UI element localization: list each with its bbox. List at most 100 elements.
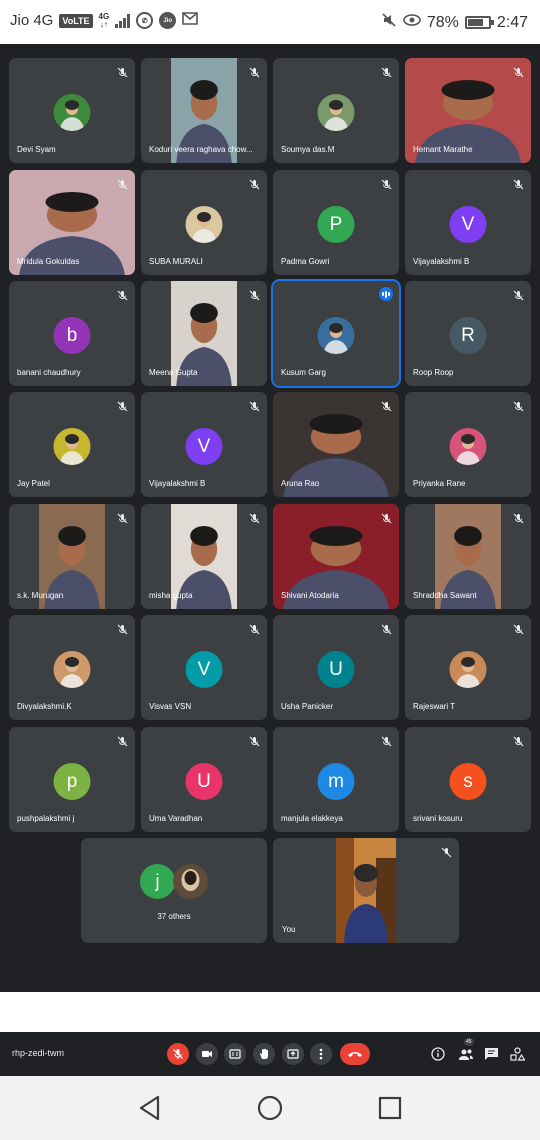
chat-button[interactable]: [483, 1045, 500, 1062]
participant-name: Hemant Marathe: [413, 145, 473, 154]
mic-off-icon: [249, 288, 260, 301]
participant-name: Vijayalakshmi B: [149, 479, 206, 488]
back-button[interactable]: [136, 1094, 164, 1122]
eye-comfort-icon: [403, 13, 421, 32]
participant-avatar: U: [317, 651, 355, 688]
participant-tile[interactable]: V Vijayalakshmi B: [141, 392, 267, 497]
participant-tile[interactable]: s srivani kosuru: [405, 727, 531, 832]
home-button[interactable]: [256, 1094, 284, 1122]
participant-tile[interactable]: Devi Syam: [9, 58, 135, 163]
participant-tile[interactable]: Mridula Gokuldas: [9, 170, 135, 275]
present-button[interactable]: [282, 1043, 304, 1065]
participant-name: Devi Syam: [17, 145, 56, 154]
others-avatar: j: [140, 864, 175, 899]
participant-tile[interactable]: b banani chaudhury: [9, 281, 135, 386]
participant-tile[interactable]: Koduri veera raghava chow...: [141, 58, 267, 163]
participant-tile[interactable]: p pushpalakshmi j: [9, 727, 135, 832]
participant-tile[interactable]: misha gupta: [141, 504, 267, 609]
participant-tile[interactable]: V Visvas VSN: [141, 615, 267, 720]
people-button[interactable]: 45: [457, 1038, 474, 1062]
end-call-button[interactable]: [340, 1043, 370, 1065]
participant-tile[interactable]: Jay Patel: [9, 392, 135, 497]
activities-icon: [510, 1046, 525, 1061]
others-tile[interactable]: j 37 others: [81, 838, 267, 943]
participant-avatar-photo: [53, 428, 91, 465]
camera-toggle-button[interactable]: [196, 1043, 218, 1065]
participant-name: Vijayalakshmi B: [413, 257, 470, 266]
speaking-indicator-icon: [379, 287, 393, 301]
mic-off-icon: [117, 288, 128, 301]
participant-avatar-photo: [53, 94, 91, 131]
others-photo: [173, 864, 208, 899]
participant-name: Jay Patel: [17, 479, 50, 488]
participant-tile[interactable]: Soumya das.M: [273, 58, 399, 163]
participant-tile[interactable]: m manjula elakkeya: [273, 727, 399, 832]
participant-tile[interactable]: Meena Gupta: [141, 281, 267, 386]
end-call-icon: [348, 1052, 362, 1057]
status-left: Jio 4G VoLTE 4G ↓↑ ✆ Jio: [10, 12, 199, 29]
participant-avatar: P: [317, 206, 355, 243]
mic-off-icon: [249, 511, 260, 524]
participant-tile[interactable]: Rajeswari T: [405, 615, 531, 720]
participant-name: Koduri veera raghava chow...: [149, 145, 253, 154]
participant-tile[interactable]: U Usha Panicker: [273, 615, 399, 720]
more-icon: [319, 1048, 323, 1060]
participant-tile[interactable]: U Uma Varadhan: [141, 727, 267, 832]
captions-button[interactable]: [224, 1043, 246, 1065]
mute-icon: [381, 12, 397, 33]
meeting-info-button[interactable]: [429, 1045, 446, 1062]
participant-tile[interactable]: Hemant Marathe: [405, 58, 531, 163]
mic-off-icon: [117, 734, 128, 747]
content-gap: [0, 992, 540, 1032]
self-view-tile[interactable]: You: [273, 838, 459, 943]
network-type: 4G ↓↑: [99, 12, 110, 29]
participant-avatar-photo: [449, 651, 487, 688]
status-bar: Jio 4G VoLTE 4G ↓↑ ✆ Jio 78% 2:47: [0, 0, 540, 44]
mic-off-icon: [381, 734, 392, 747]
mic-off-icon: [117, 622, 128, 635]
participant-tile[interactable]: Aruna Rao: [273, 392, 399, 497]
participant-name: Usha Panicker: [281, 702, 334, 711]
meeting-code[interactable]: rhp-zedi-twm: [12, 1048, 64, 1058]
participant-tile[interactable]: Divyalakshmi.K: [9, 615, 135, 720]
more-options-button[interactable]: [310, 1043, 332, 1065]
mic-off-icon: [513, 511, 524, 524]
participant-tile[interactable]: Priyanka Rane: [405, 392, 531, 497]
mic-off-icon: [117, 177, 128, 190]
participant-tile[interactable]: V Vijayalakshmi B: [405, 170, 531, 275]
participant-name: banani chaudhury: [17, 368, 81, 377]
participant-tile[interactable]: P Padma Gowri: [273, 170, 399, 275]
participant-name: srivani kosuru: [413, 814, 463, 823]
raise-hand-button[interactable]: [253, 1043, 275, 1065]
participant-tile[interactable]: R Roop Roop: [405, 281, 531, 386]
whatsapp-icon: ✆: [136, 12, 154, 29]
participant-name: Rajeswari T: [413, 702, 456, 711]
participant-name: Kusum Garg: [281, 368, 326, 377]
participant-tile[interactable]: Kusum Garg: [271, 279, 401, 388]
participant-name: pushpalakshmi j: [17, 814, 75, 823]
participant-name: Mridula Gokuldas: [17, 257, 80, 266]
mic-off-icon: [249, 734, 260, 747]
participant-tile[interactable]: Shivani Atodaria: [273, 504, 399, 609]
participant-avatar: V: [185, 428, 223, 465]
mic-off-icon: [513, 734, 524, 747]
activities-button[interactable]: [509, 1045, 526, 1062]
meeting-grid: Devi Syam Koduri veera raghava chow... Sou…: [0, 44, 540, 992]
volte-badge: VoLTE: [59, 13, 93, 28]
participant-name: Soumya das.M: [281, 145, 335, 154]
participant-avatar: V: [449, 206, 487, 243]
participant-tile[interactable]: SUBA MURALI: [141, 170, 267, 275]
recents-icon: [378, 1096, 402, 1120]
mic-off-icon: [381, 622, 392, 635]
participant-avatar: m: [317, 763, 355, 800]
meeting-controls: rhp-zedi-twm 45: [0, 1032, 540, 1076]
participant-tile[interactable]: Shraddha Sawant: [405, 504, 531, 609]
mic-off-icon: [249, 399, 260, 412]
chat-icon: [485, 1047, 498, 1060]
mic-off-icon: [381, 65, 392, 78]
camera-icon: [202, 1051, 212, 1057]
mic-toggle-button[interactable]: [167, 1043, 189, 1065]
mic-off-icon: [381, 177, 392, 190]
participant-tile[interactable]: s.k. Murugan: [9, 504, 135, 609]
recents-button[interactable]: [376, 1094, 404, 1122]
